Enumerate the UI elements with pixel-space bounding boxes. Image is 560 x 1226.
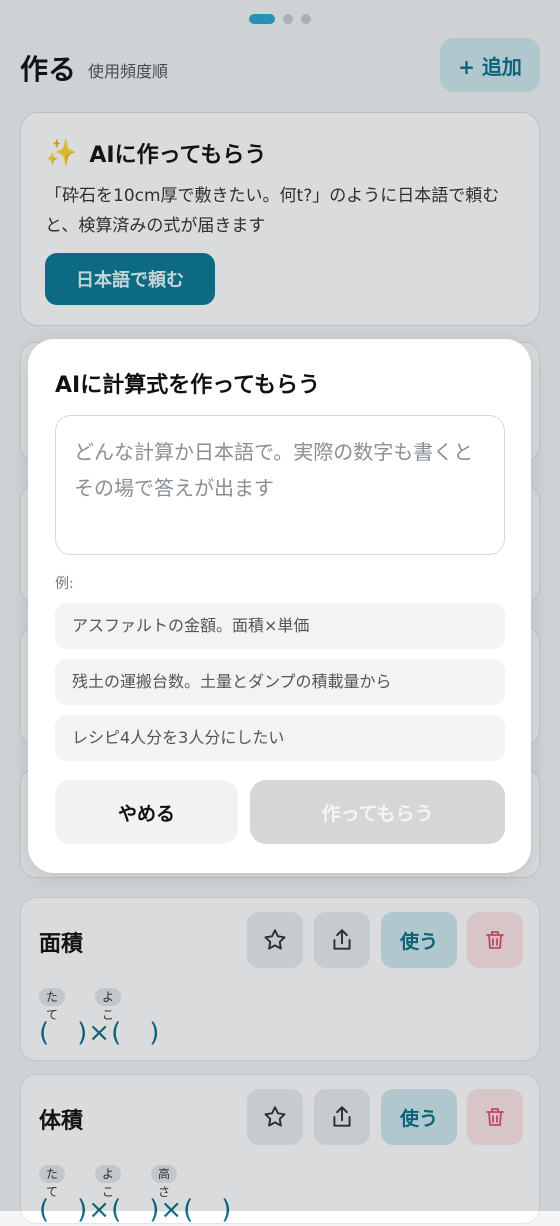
examples-label: 例: xyxy=(55,576,74,592)
request-input[interactable] xyxy=(55,415,505,555)
example-chip[interactable]: レシピ4人分を3人分にしたい xyxy=(55,715,505,761)
ai-request-modal: AIに計算式を作ってもらう 例: アスファルトの金額。面積×単価 残土の運搬台数… xyxy=(28,339,531,873)
example-chip[interactable]: アスファルトの金額。面積×単価 xyxy=(55,603,505,649)
cancel-button[interactable]: やめる xyxy=(55,780,238,844)
submit-button[interactable]: 作ってもらう xyxy=(250,780,505,844)
example-chip[interactable]: 残土の運搬台数。土量とダンプの積載量から xyxy=(55,659,505,705)
modal-title: AIに計算式を作ってもらう xyxy=(55,373,321,398)
